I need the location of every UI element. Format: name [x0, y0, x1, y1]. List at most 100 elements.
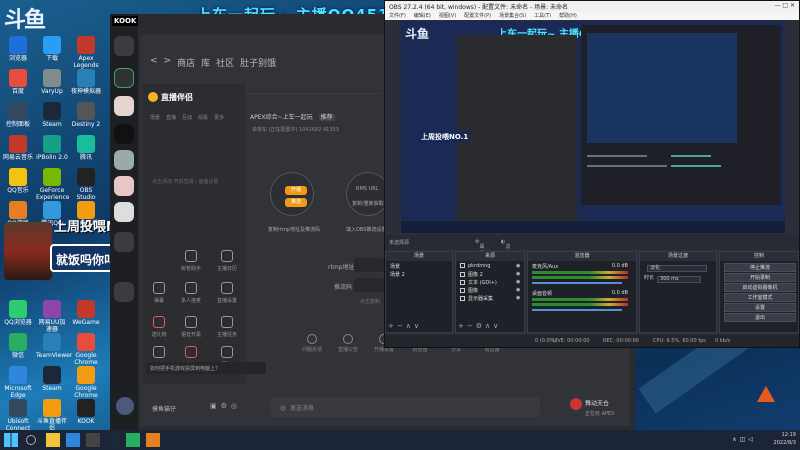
tab-scene[interactable]: 场景: [150, 114, 160, 121]
remove-icon[interactable]: −: [467, 322, 476, 330]
visibility-icon[interactable]: ◉: [516, 271, 520, 277]
headphones-icon[interactable]: ◎: [231, 402, 241, 410]
desktop-icon[interactable]: Destiny 2: [70, 102, 102, 128]
mic-icon[interactable]: ▣: [210, 402, 221, 410]
source-item[interactable]: 显示器采集 ◉: [460, 295, 520, 302]
file-explorer-icon[interactable]: [46, 433, 60, 447]
tab-interact[interactable]: 互动: [182, 114, 192, 121]
grid-item-voice[interactable]: 语音开黑: [176, 316, 206, 338]
menu-view[interactable]: 视图(V): [439, 12, 456, 19]
volume-slider[interactable]: [532, 282, 622, 284]
voice-user[interactable]: 舞动天仓 正在玩 APEX: [570, 398, 615, 417]
exit-button[interactable]: 退出: [724, 313, 796, 322]
up-icon[interactable]: ∧: [406, 322, 414, 330]
visibility-icon[interactable]: ◉: [516, 287, 520, 293]
menu-tools[interactable]: 工具(T): [534, 12, 551, 19]
menu-profile[interactable]: 配置文件(P): [464, 12, 491, 19]
visibility-icon[interactable]: ◉: [516, 279, 520, 285]
desktop-icon[interactable]: Microsoft Edge: [2, 366, 34, 399]
chat-icon[interactable]: [114, 36, 134, 56]
notice-button[interactable]: 直播公告: [336, 334, 360, 353]
desktop-icon[interactable]: 控制面板: [2, 102, 34, 128]
help-notice[interactable]: 如何把手机游戏投屏到电脑上？: [146, 362, 266, 374]
settings-button[interactable]: 设置: [724, 303, 796, 312]
down-icon[interactable]: ∨: [493, 322, 501, 330]
close-icon[interactable]: ✕: [790, 2, 795, 9]
desktop-icon[interactable]: 下载: [36, 36, 68, 62]
stop-stream-button[interactable]: 停止推流: [724, 263, 796, 272]
desktop-icon[interactable]: Apex Legends: [70, 36, 102, 69]
grid-item-calendar[interactable]: 主播日历: [212, 250, 242, 272]
flow-circle-sub[interactable]: 复制/重新获取: [352, 200, 384, 207]
server-icon-2[interactable]: [114, 96, 134, 116]
up-icon[interactable]: ∧: [485, 322, 493, 330]
download-icon[interactable]: [114, 282, 134, 302]
windows-start-icon[interactable]: [4, 433, 18, 447]
flow-chip-push[interactable]: 推流: [285, 198, 307, 207]
chevron-up-icon[interactable]: ∧: [732, 436, 739, 443]
menu-help[interactable]: 帮助(H): [559, 12, 577, 19]
desktop-icon[interactable]: Steam: [36, 366, 68, 392]
clock[interactable]: 12:19 2022/8/3: [774, 431, 796, 447]
visibility-icon[interactable]: ◉: [516, 295, 520, 301]
message-input[interactable]: @ 发送消息: [270, 397, 540, 417]
remove-icon[interactable]: −: [397, 322, 406, 330]
scene-item[interactable]: 场景: [390, 263, 400, 270]
tab-live[interactable]: 直播: [166, 114, 176, 121]
obs-taskbar-icon[interactable]: [86, 433, 100, 447]
browser-icon[interactable]: [66, 433, 80, 447]
desktop-icon[interactable]: 浏览器: [2, 36, 34, 62]
steam-taskbar-icon[interactable]: [106, 433, 120, 447]
search-icon[interactable]: [26, 435, 36, 445]
tab-more[interactable]: 更多: [214, 114, 224, 121]
kook-taskbar-icon[interactable]: [126, 433, 140, 447]
filters-button[interactable]: ◐ 滤镜: [501, 239, 510, 257]
add-icon[interactable]: +: [458, 322, 467, 330]
desktop-icon[interactable]: QQ音乐: [2, 168, 34, 194]
menu-scene-collection[interactable]: 场景集合(S): [499, 12, 526, 19]
source-item[interactable]: 图像 2 ◉: [460, 271, 520, 278]
maximize-icon[interactable]: □: [782, 2, 788, 9]
stream-key-input[interactable]: [354, 278, 384, 292]
server-icon-3[interactable]: [114, 124, 134, 144]
add-icon[interactable]: +: [388, 322, 397, 330]
rtmp-input[interactable]: [354, 258, 384, 272]
studio-mode-button[interactable]: 工作室模式: [724, 293, 796, 302]
add-server-icon[interactable]: [114, 232, 134, 252]
grid-item-live-settings[interactable]: 直播设置: [212, 282, 242, 304]
volume-icon[interactable]: ◁: [748, 436, 756, 443]
desktop-icon[interactable]: 斗鱼直播伴侣: [36, 399, 68, 432]
transition-duration[interactable]: 时长 300 ms: [644, 274, 702, 283]
minimize-icon[interactable]: —: [774, 2, 780, 9]
obs-preview[interactable]: 斗鱼 上车一起玩~ 主播QQ451685315 入 上周投喂NO.1: [401, 21, 785, 233]
source-item[interactable]: 图像 ◉: [460, 287, 520, 294]
scene-item[interactable]: 场景 2: [390, 271, 405, 278]
grid-item-tasks[interactable]: 主播任务: [212, 316, 242, 338]
grid-item-room-admin[interactable]: 房管助手: [176, 250, 206, 272]
desktop-icon[interactable]: WeGame: [70, 300, 102, 326]
server-icon-4[interactable]: [114, 150, 134, 170]
desktop-icon[interactable]: Google Chrome: [70, 366, 102, 399]
grid-item-danmaku[interactable]: 弹幕: [144, 282, 174, 304]
settings-gear-icon[interactable]: ⚙: [221, 402, 231, 410]
desktop-icon[interactable]: 百度: [2, 69, 34, 95]
feedback-button[interactable]: 问题反馈: [300, 334, 324, 353]
gear-icon[interactable]: ⚙: [476, 322, 485, 330]
desktop-icon[interactable]: TeamViewer: [36, 333, 72, 359]
desktop-icon[interactable]: QQ浏览器: [2, 300, 34, 326]
desktop-icon[interactable]: iPBolin 2.0: [36, 135, 68, 161]
server-icon-6[interactable]: [114, 202, 134, 222]
copy-link[interactable]: 点击复制: [360, 298, 380, 305]
tab-watch[interactable]: 观看: [198, 114, 208, 121]
grid-item-gift[interactable]: 送礼物: [144, 316, 174, 338]
desktop-icon[interactable]: VaryUp: [36, 69, 68, 95]
server-icon[interactable]: [114, 68, 134, 88]
visibility-icon[interactable]: ◉: [516, 263, 520, 269]
douyu-taskbar-icon[interactable]: [146, 433, 160, 447]
desktop-icon[interactable]: 夜神模拟器: [70, 69, 102, 95]
desktop-icon[interactable]: 网易UU加速器: [36, 300, 68, 333]
avatar[interactable]: [116, 397, 134, 415]
properties-button[interactable]: ⚙ 属性: [475, 239, 485, 257]
desktop-icon[interactable]: 微信: [2, 333, 34, 359]
start-recording-button[interactable]: 开始录制: [724, 273, 796, 282]
